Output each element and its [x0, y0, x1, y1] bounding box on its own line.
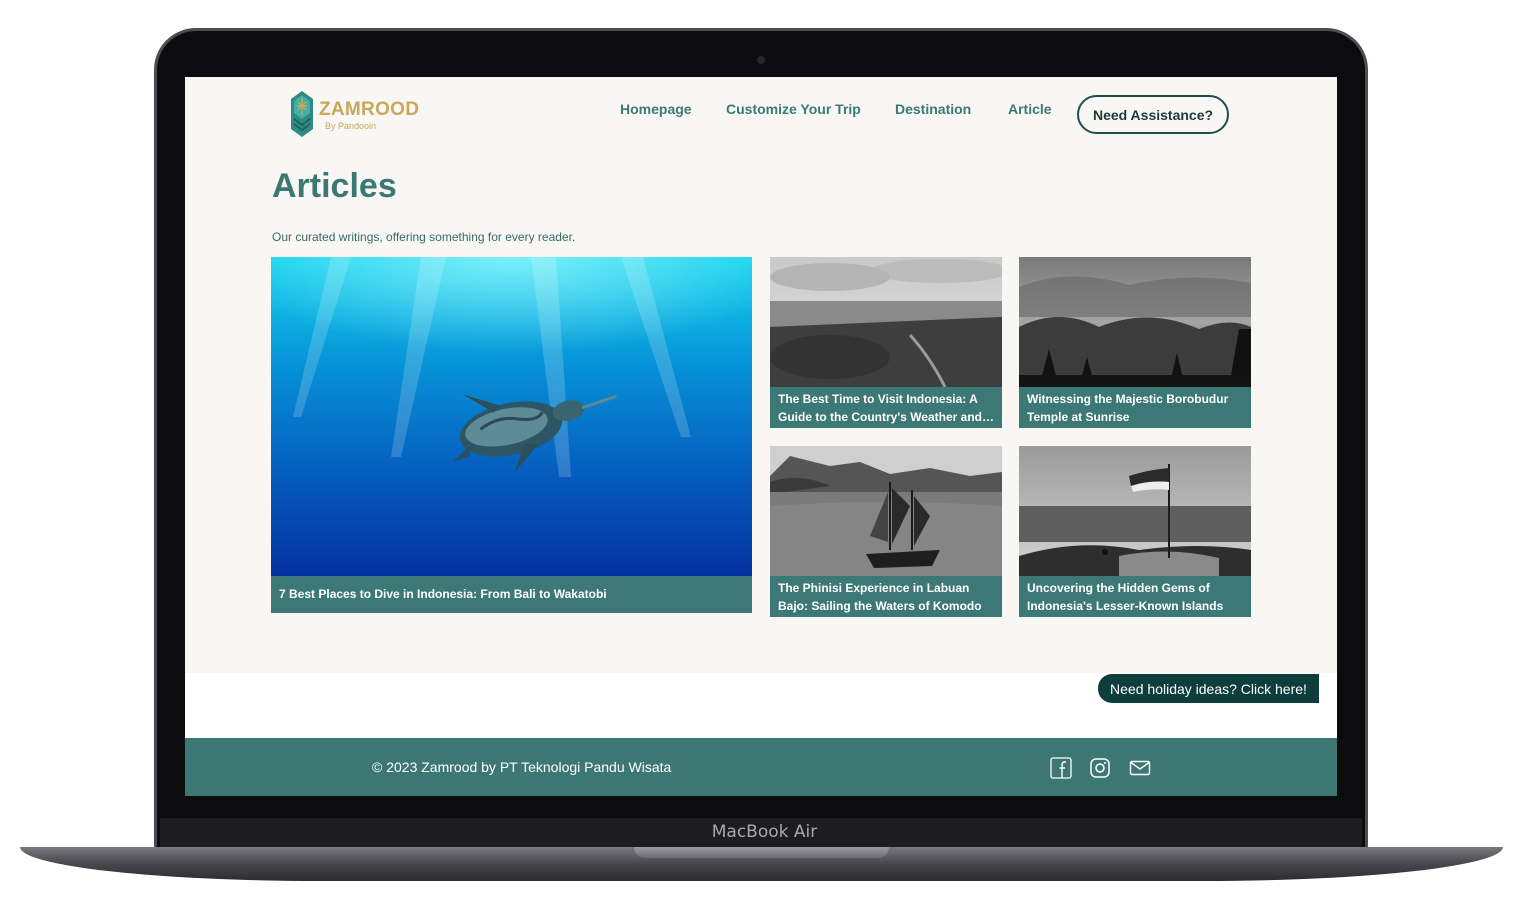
article-title: The Phinisi Experience in Labuan Bajo: S…: [770, 576, 1002, 617]
article-card[interactable]: Uncovering the Hidden Gems of Indonesia'…: [1019, 446, 1251, 617]
borobudur-image: [1019, 257, 1251, 387]
phinisi-ship-image: [770, 446, 1002, 576]
logo-mark-icon: [291, 91, 313, 137]
article-title: Witnessing the Majestic Borobudur Temple…: [1019, 387, 1251, 428]
need-assistance-button[interactable]: Need Assistance?: [1077, 95, 1229, 134]
webcam: [757, 56, 765, 64]
nav-homepage[interactable]: Homepage: [620, 101, 692, 117]
nav-destination[interactable]: Destination: [895, 101, 971, 117]
article-card-featured[interactable]: 7 Best Places to Dive in Indonesia: From…: [271, 257, 752, 613]
nav-customize-your-trip[interactable]: Customize Your Trip: [726, 101, 861, 117]
article-card[interactable]: The Phinisi Experience in Labuan Bajo: S…: [770, 446, 1002, 617]
aerial-forest-image: [770, 257, 1002, 387]
article-title: 7 Best Places to Dive in Indonesia: From…: [271, 576, 752, 613]
facebook-icon[interactable]: [1050, 757, 1072, 779]
footer-copyright: © 2023 Zamrood by PT Teknologi Pandu Wis…: [372, 759, 672, 775]
mail-icon[interactable]: [1129, 757, 1151, 779]
page-subtitle: Our curated writings, offering something…: [272, 230, 576, 244]
sea-turtle-image: [271, 257, 752, 577]
laptop-hinge-notch: [634, 847, 889, 858]
site-footer: © 2023 Zamrood by PT Teknologi Pandu Wis…: [185, 738, 1337, 796]
screen: ZAMROOD By Pandooin Homepage Customize Y…: [185, 77, 1337, 796]
device-model-label: MacBook Air: [711, 822, 818, 842]
holiday-ideas-button[interactable]: Need holiday ideas? Click here!: [1098, 674, 1319, 703]
nav-article[interactable]: Article: [1008, 101, 1052, 117]
article-card[interactable]: The Best Time to Visit Indonesia: A Guid…: [770, 257, 1002, 428]
article-title: The Best Time to Visit Indonesia: A Guid…: [770, 387, 1002, 428]
page-title: Articles: [272, 167, 397, 205]
flag-hilltop-image: [1019, 446, 1251, 576]
instagram-icon[interactable]: [1089, 757, 1111, 779]
article-title: Uncovering the Hidden Gems of Indonesia'…: [1019, 576, 1251, 617]
article-card[interactable]: Witnessing the Majestic Borobudur Temple…: [1019, 257, 1251, 428]
logo-tagline: By Pandooin: [325, 121, 377, 131]
brand-logo[interactable]: ZAMROOD By Pandooin: [291, 91, 431, 141]
page-content: ZAMROOD By Pandooin Homepage Customize Y…: [185, 77, 1337, 673]
logo-wordmark: ZAMROOD: [319, 99, 420, 120]
